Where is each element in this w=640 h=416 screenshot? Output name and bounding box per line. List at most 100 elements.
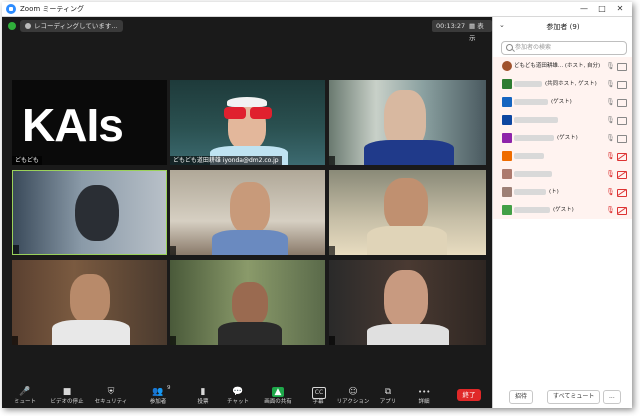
video-camera-icon[interactable] [617,135,627,143]
microphone-icon: 🎤 [19,387,31,397]
video-off-icon[interactable] [617,207,627,215]
microphone-icon[interactable]: 🎙 [606,133,615,143]
video-camera-icon[interactable] [617,81,627,89]
close-button[interactable]: ✕ [611,2,629,16]
microphone-muted-icon[interactable]: 🎙 [606,187,615,197]
meeting-area: レコーディングしています... 00:13:27 ▦ 表示 KAIs どもども … [2,17,492,408]
participants-button[interactable]: 👥 9 参加者 [137,384,179,408]
participant-face [384,178,428,232]
participant-role: (ゲスト) [557,135,578,141]
participant-row[interactable]: 🎙 [493,147,632,165]
video-camera-icon[interactable] [617,99,627,107]
view-button[interactable]: ▦ 表示 [465,20,492,42]
tile-name-label [170,336,176,345]
video-tile-participant-9[interactable] [329,260,486,345]
view-label: 表示 [469,22,484,42]
more-label: 詳細 [418,399,430,405]
participant-row[interactable]: (共同ホスト, ゲスト) 🎙 [493,75,632,93]
microphone-icon[interactable]: 🎙 [606,97,615,107]
search-icon [506,44,513,51]
blurred-name [514,81,542,87]
video-tile-participant-5[interactable] [170,170,325,255]
end-meeting-button[interactable]: 終了 [457,389,481,401]
video-camera-icon[interactable] [617,63,627,71]
video-off-icon[interactable] [617,189,627,197]
avatar [502,115,512,125]
mute-button[interactable]: 🎤 ミュート [4,384,46,408]
maximize-button[interactable]: □ [593,2,611,16]
security-label: セキュリティ [94,399,128,405]
participant-row[interactable]: (ト) 🎙 [493,183,632,201]
participant-row[interactable]: どもども道田耕雄... (ホスト, 自分) 🎙 [493,57,632,75]
participant-row[interactable]: (ゲスト) 🎙 [493,201,632,219]
video-tile-participant-7[interactable] [12,260,167,345]
blurred-name [514,153,544,159]
security-button[interactable]: ⛨ セキュリティ [90,384,132,408]
video-camera-icon: ■ [62,387,72,397]
recording-text: レコーディングしています... [34,22,118,30]
blurred-name [514,171,552,177]
zoom-app-icon [6,4,16,14]
blurred-name [514,117,558,123]
more-dots-icon: ••• [418,388,431,396]
shield-icon: ⛨ [107,387,115,397]
glasses-right-lens [250,107,272,119]
microphone-muted-icon[interactable]: 🎙 [606,151,615,161]
participant-shirt [367,324,449,345]
stop-video-label: ビデオの停止 [50,399,84,405]
participant-shirt [218,322,282,345]
microphone-muted-icon[interactable]: 🎙 [606,169,615,179]
video-tile-host[interactable]: どもども道田耕雄 iyonda@dm2.co.jp [170,80,325,165]
meeting-timer: 00:13:27 [432,20,470,32]
stop-video-button[interactable]: ■ ビデオの停止 [46,384,88,408]
participant-face [230,182,270,234]
participant-search-input[interactable]: 参加者の検索 [501,41,627,55]
video-camera-icon[interactable] [617,117,627,125]
meeting-controls: 🎤 ミュート ■ ビデオの停止 ⛨ セキュリティ 👥 9 参加者 ▮ 投票 💬 [2,384,492,408]
encryption-shield-icon[interactable] [8,22,16,30]
video-tile-participant-6[interactable] [329,170,486,255]
more-options-button[interactable]: ... [603,390,621,404]
participant-row[interactable]: (ゲスト) 🎙 [493,93,632,111]
participant-row[interactable]: (ゲスト) 🎙 [493,129,632,147]
participant-list: どもども道田耕雄... (ホスト, 自分) 🎙 (共同ホスト, ゲスト) 🎙 (… [493,57,632,219]
chat-bubble-icon: 💬 [232,387,244,397]
more-button[interactable]: ••• 詳細 [403,384,445,408]
video-tile-participant-3[interactable] [329,80,486,165]
participant-role: (ゲスト) [553,207,574,213]
smiley-icon: ☺ [348,387,358,397]
video-off-icon[interactable] [617,153,627,161]
participant-role: (ゲスト) [551,99,572,105]
tile-name-label [329,336,335,345]
participant-face [384,270,428,328]
blurred-name [514,189,546,195]
tile-name-label [13,245,19,254]
participants-icon: 👥 [152,387,164,397]
microphone-muted-icon[interactable]: 🎙 [606,205,615,215]
recording-indicator[interactable]: レコーディングしています... [20,20,123,32]
participants-panel-title: 参加者 (9) [546,23,580,31]
minimize-button[interactable]: — [575,2,593,16]
tile-name-label: どもども道田耕雄 iyonda@dm2.co.jp [170,156,282,165]
participant-face [70,274,110,324]
mute-all-button[interactable]: すべてミュート [547,390,601,404]
microphone-icon[interactable]: 🎙 [606,79,615,89]
host-hair [227,97,267,107]
video-tile-kais[interactable]: KAIs どもども [12,80,167,165]
avatar [502,169,512,179]
blurred-name [514,99,548,105]
microphone-icon[interactable]: 🎙 [606,61,615,71]
avatar [502,151,512,161]
participant-shirt [212,230,288,255]
participant-shirt [367,226,447,255]
participant-role: (ト) [549,189,559,195]
participant-row[interactable]: 🎙 [493,165,632,183]
microphone-icon[interactable]: 🎙 [606,115,615,125]
participant-row[interactable]: 🎙 [493,111,632,129]
video-off-icon[interactable] [617,171,627,179]
video-tile-participant-4[interactable] [12,170,167,255]
participants-panel: ⌄ 参加者 (9) 参加者の検索 どもども道田耕雄... (ホスト, 自分) 🎙… [492,17,632,408]
window-title: Zoom ミーティング [20,5,84,13]
video-tile-participant-8[interactable] [170,260,325,345]
invite-button[interactable]: 招待 [509,390,534,404]
